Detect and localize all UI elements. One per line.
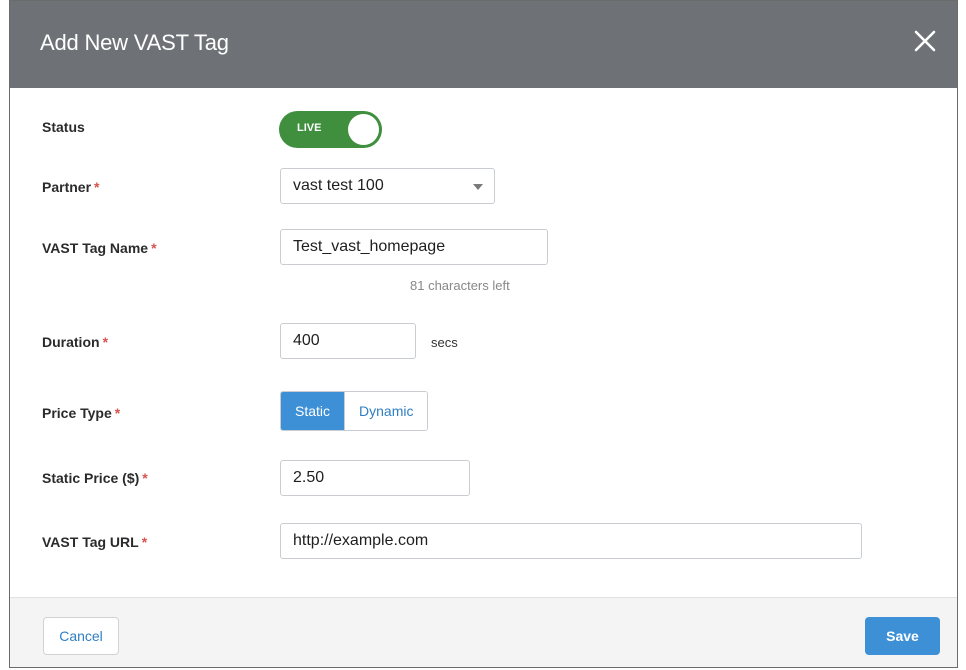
required-marker: *	[141, 534, 148, 550]
price-type-label-text: Price Type	[42, 405, 112, 421]
tag-url-label: VAST Tag URL *	[42, 534, 147, 550]
tag-name-input[interactable]	[280, 229, 548, 265]
static-price-input[interactable]	[280, 460, 470, 496]
chevron-down-icon	[473, 184, 483, 190]
duration-input[interactable]	[280, 323, 416, 359]
dialog-title: Add New VAST Tag	[40, 30, 229, 55]
close-icon[interactable]	[911, 27, 939, 55]
tag-name-label-text: VAST Tag Name	[42, 240, 149, 256]
status-label: Status	[42, 119, 85, 135]
static-price-label-text: Static Price ($)	[42, 470, 140, 486]
status-toggle[interactable]: LIVE	[279, 111, 382, 148]
cancel-button[interactable]: Cancel	[43, 617, 119, 655]
required-marker: *	[102, 334, 109, 350]
price-type-label: Price Type *	[42, 405, 120, 421]
duration-label: Duration *	[42, 334, 108, 350]
duration-unit: secs	[431, 335, 458, 350]
partner-select[interactable]: vast test 100	[280, 168, 495, 204]
duration-label-text: Duration	[42, 334, 100, 350]
tag-name-label: VAST Tag Name *	[42, 240, 157, 256]
status-label-text: Status	[42, 119, 85, 135]
add-vast-tag-dialog: Add New VAST Tag Status LIVE Partner * va…	[9, 0, 958, 668]
dialog-header: Add New VAST Tag	[10, 1, 957, 88]
dialog-footer: Cancel Save	[10, 597, 957, 667]
price-type-segmented-control: Static Dynamic	[280, 391, 429, 431]
required-marker: *	[114, 405, 121, 421]
tag-url-label-text: VAST Tag URL	[42, 534, 139, 550]
characters-left-hint: 81 characters left	[410, 278, 510, 293]
partner-selected-value: vast test 100	[293, 177, 384, 194]
required-marker: *	[142, 470, 148, 486]
price-type-dynamic-option[interactable]: Dynamic	[344, 392, 428, 430]
partner-label-text: Partner	[42, 179, 92, 195]
required-marker: *	[151, 240, 157, 256]
tag-url-input[interactable]	[280, 523, 862, 559]
toggle-knob	[348, 114, 379, 145]
save-button[interactable]: Save	[865, 617, 940, 655]
toggle-live-text: LIVE	[297, 122, 322, 134]
static-price-label: Static Price ($) *	[42, 470, 148, 486]
partner-label: Partner *	[42, 179, 99, 195]
required-marker: *	[94, 179, 100, 195]
price-type-static-option[interactable]: Static	[281, 392, 345, 430]
